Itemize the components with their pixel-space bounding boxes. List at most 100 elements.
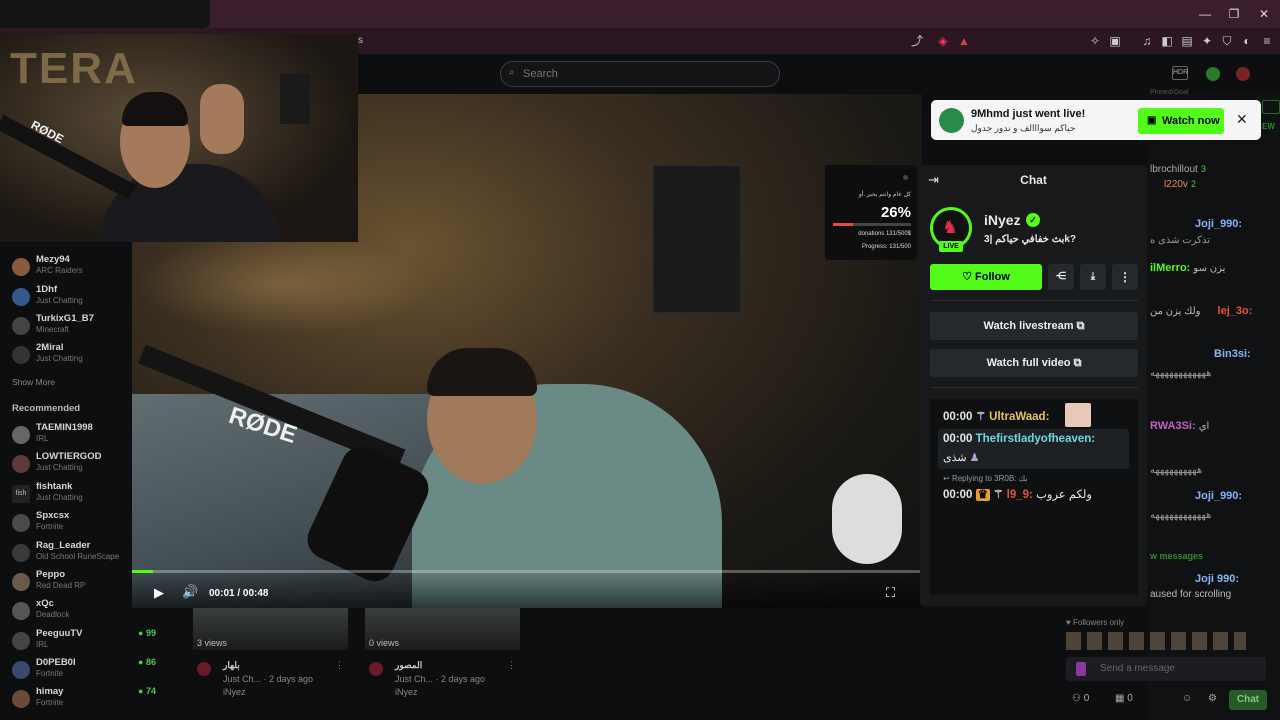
minimize-icon[interactable]: — [1196,5,1214,23]
share-icon[interactable]: ⤴ [908,32,926,50]
media-icon[interactable]: ♫ [1138,32,1156,50]
sidebar-icon[interactable]: ◧ [1158,32,1176,50]
shield-icon[interactable]: ◈ [934,32,952,50]
sidebar-item-xqc[interactable]: xQc Deadlock [12,598,137,626]
pinned-label: Pinned/Goal [1150,89,1189,96]
video-controls: ▶ 🔊 00:01 / 00:48 ⛶ [132,568,922,608]
video-card[interactable]: 0 views المصور ⋮ Just Ch... · 2 days ago… [365,608,520,720]
send-message-input[interactable]: Send a message [1066,657,1266,681]
status-icon[interactable] [1206,67,1220,81]
video-title[interactable]: بلهار [223,660,240,671]
video-title[interactable]: المصور [395,660,422,671]
chat-send-button[interactable]: Chat [1229,690,1267,710]
reply-context: ↩ Replying to 3R0B: بك [943,474,1028,483]
restore-icon[interactable]: ❐ [1225,5,1243,23]
sidebar-item-rag-leader[interactable]: Rag_Leader Old School RuneScape [12,540,137,568]
watch-full-video-button[interactable]: Watch full video ⧉ [930,349,1138,377]
leo-icon[interactable]: ✦ [1198,32,1216,50]
viewer-count: ● 99 [138,628,156,638]
stream-title: بث خفافي حياكم |3k? [984,234,1077,245]
divider [930,387,1138,388]
hdr-icon[interactable]: HDR [1172,66,1188,80]
extensions-icon[interactable]: ✧ [1086,32,1104,50]
chat-message-text: ههههههههههههه [1150,510,1212,521]
sidebar-item-d0peb0i[interactable]: D0PEB0I Fortnite [12,657,137,685]
tv-icon: ▣ [1147,115,1157,126]
person-hair [427,348,537,396]
chat-message-text: تذكرت شذى ه [1150,235,1210,246]
seek-bar[interactable] [132,570,922,573]
address-bar-text[interactable]: s [358,35,363,46]
fullscreen-icon[interactable]: ⛶ [886,585,895,601]
plush-toy [832,474,902,564]
watch-livestream-button[interactable]: Watch livestream ⧉ [930,312,1138,340]
channel-avatar[interactable] [369,662,383,676]
channel-avatar[interactable] [197,662,211,676]
sidebar-item-peppo[interactable]: Peppo Red Dead RP [12,569,137,597]
sidebar-item-2miral[interactable]: 2Miral Just Chatting [12,342,137,370]
chat-message: ilMerro: يزن سو [1150,262,1226,274]
heart-icon: ♡ [962,271,976,283]
more-icon[interactable]: ⋮ [507,660,516,671]
sidebar-item-peeguutv[interactable]: PeeguuTV IRL [12,628,137,656]
channel-name[interactable]: iNyez [984,212,1021,228]
video-channel[interactable]: iNyez [395,687,418,697]
sidebar-item-mezy94[interactable]: Mezy94 ARC Raiders [12,254,137,282]
emoji-icon[interactable]: ☺ [1182,693,1192,704]
badge-icon [1076,662,1086,676]
watch-livestream-label: Watch livestream [983,320,1074,332]
sidebar-item-fishtank[interactable]: fish fishtank Just Chatting [12,481,137,509]
browser-tab[interactable] [0,0,210,28]
follow-button[interactable]: ♡ Follow [930,264,1042,290]
watch-now-button[interactable]: ▣ Watch now [1138,108,1224,134]
settings-icon[interactable]: ⚙ [1208,693,1217,704]
seek-bar-fill [132,570,154,573]
chat-message-text: شذى ♟ [943,452,980,464]
share-button[interactable]: ⋲ [1048,264,1074,290]
external-link-icon: ⧉ [1073,357,1082,369]
sidebar-item-1dhf[interactable]: 1Dhf Just Chatting [12,284,137,312]
show-more-link[interactable]: Show More [12,377,55,387]
webcam-shelf [280,74,310,124]
play-icon[interactable]: ▶ [154,585,164,601]
webcam-person-hair [122,92,188,126]
sidebar-item-lowtiergod[interactable]: LOWTIERGOD Just Chatting [12,451,137,479]
video-channel[interactable]: iNyez [223,687,246,697]
donation-progress: Progress: 131/500 [861,244,911,250]
chat-message: ولك يزن من lej_3o: [1150,305,1253,317]
viewer-count: ● 74 [138,686,156,696]
menu-icon[interactable]: ≡ [1258,32,1276,50]
video-meta: Just Ch... · 2 days ago [395,674,486,684]
followers-only-label: ♥ Followers only [1066,618,1125,627]
vpn-icon[interactable]: ⛉ [1218,32,1236,50]
video-meta: Just Ch... · 2 days ago [223,674,314,684]
close-notification-icon[interactable]: ✕ [1236,111,1248,128]
download-button[interactable]: ⤓ [1080,264,1106,290]
sidebar-item-spxcsx[interactable]: Spxcsx Fortnite [12,510,137,538]
search-placeholder: Search [523,68,558,80]
rewards-icon[interactable]: ▲ [955,32,973,50]
close-window-icon[interactable]: ✕ [1255,5,1273,23]
sidebar-item-turkixg1[interactable]: TurkixG1_B7 Minecraft [12,313,137,341]
more-options-button[interactable]: ⋮ [1112,264,1138,290]
chat-title: Chat [1020,173,1047,187]
gift-icon[interactable]: ▦ 0 [1115,693,1133,704]
new-messages-divider[interactable]: w messages [1150,551,1203,561]
sidebar-item-taemin[interactable]: TAEMIN1998 IRL [12,422,137,450]
points-icon[interactable]: ⚇ 0 [1072,693,1089,704]
cast-icon[interactable]: ▣ [1106,32,1124,50]
profile-icon[interactable]: ◐ [1238,32,1256,50]
emote-row[interactable] [1066,632,1246,650]
search-input[interactable]: ⌕ Search [500,61,780,87]
more-icon[interactable]: ⋮ [335,660,344,671]
watch-now-label: Watch now [1162,115,1220,127]
volume-icon[interactable]: 🔊 [182,584,198,600]
wallet-icon[interactable]: ▤ [1178,32,1196,50]
video-card[interactable]: 3 views بلهار ⋮ Just Ch... · 2 days ago … [193,608,348,720]
avatar[interactable] [1236,67,1250,81]
verified-icon: ✓ [1026,213,1040,227]
badge-icon: ⚚ [975,411,986,423]
sidebar-item-himay[interactable]: himay Fortnite [12,686,137,714]
chat-message: Joji 990: [1195,573,1240,585]
webcam-mic-arm [0,114,137,200]
